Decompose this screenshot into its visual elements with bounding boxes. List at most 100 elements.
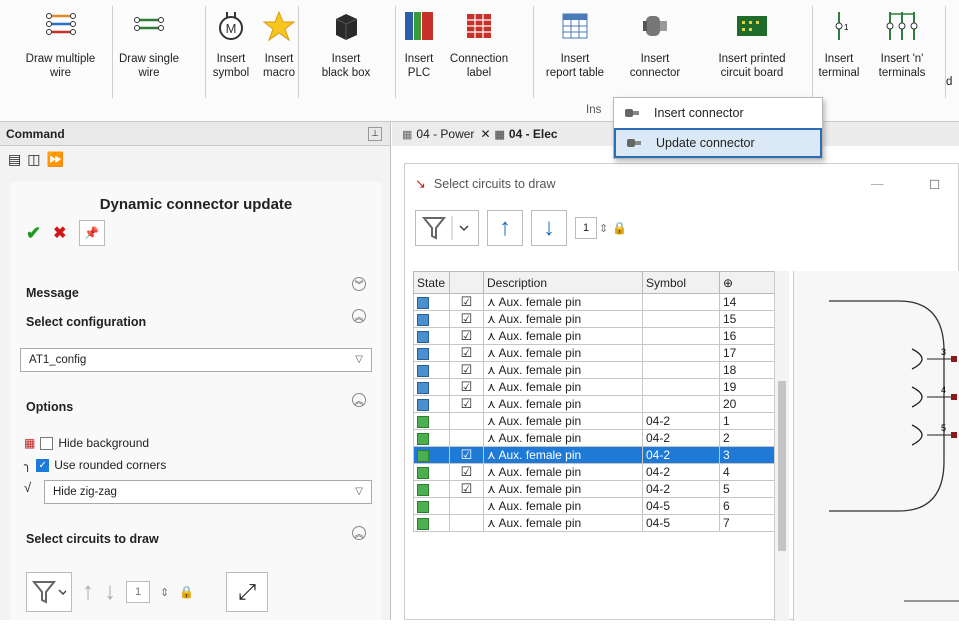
draw-checkbox[interactable]: ☑ [449, 293, 484, 311]
filter-icon [32, 581, 66, 604]
cancel-icon[interactable]: ✖ [53, 223, 66, 243]
window-titlebar: ↘ Select circuits to draw — ☐ [405, 164, 958, 204]
menu-item-label: Insert connector [654, 106, 744, 120]
motor-symbol-icon: M [216, 0, 246, 52]
select-circuits-label: Select circuits to draw [26, 532, 159, 546]
draw-checkbox[interactable]: ☑ [449, 310, 484, 328]
filter-button[interactable] [26, 572, 72, 612]
hide-background-checkbox[interactable] [40, 436, 54, 450]
draw-checkbox[interactable] [449, 412, 484, 430]
move-down-icon[interactable]: ↓ [104, 578, 116, 606]
menu-item-insert-connector[interactable]: Insert connector [614, 98, 822, 128]
grid-scrollbar[interactable] [774, 271, 789, 621]
draw-checkbox[interactable]: ☑ [449, 446, 484, 464]
draw-checkbox[interactable]: ☑ [449, 378, 484, 396]
draw-checkbox[interactable]: ☑ [449, 361, 484, 379]
step-value[interactable]: 1 [126, 581, 150, 603]
lock-icon[interactable]: 🔒 [612, 221, 627, 235]
expand-button[interactable]: ⤢ [226, 572, 269, 612]
table-row[interactable]: ☑ ⋏ Aux. female pin 17 [413, 344, 775, 362]
draw-checkbox[interactable] [449, 514, 484, 532]
column-header-state[interactable]: State [413, 271, 450, 294]
save-icon[interactable]: ▤ [8, 151, 21, 168]
draw-checkbox[interactable] [449, 429, 484, 447]
ribbon-button-terminal[interactable]: 1 Insert terminal [814, 0, 864, 100]
hide-background-option[interactable]: ▦ Hide background [24, 436, 149, 450]
ribbon-button-label: Insert black box [321, 53, 371, 79]
move-up-icon[interactable]: ↑ [82, 578, 94, 606]
table-row[interactable]: ☑ ⋏ Aux. female pin 04-2 3 [413, 446, 775, 464]
draw-checkbox[interactable]: ☑ [449, 480, 484, 498]
tab-04-power[interactable]: ▦ 04 - Power ✕ [402, 127, 491, 141]
step-value[interactable]: 1 [575, 217, 597, 239]
ribbon-button-multi-wire[interactable]: Draw multiple wire [8, 0, 113, 100]
female-pin-icon: ⋏ [487, 295, 499, 309]
ribbon-button-single-wire[interactable]: Draw single wire [117, 0, 181, 100]
move-up-button[interactable]: ↑ [487, 210, 523, 246]
rounded-corners-option[interactable]: ╮ ✓ Use rounded corners [24, 458, 166, 472]
minimize-icon[interactable]: — [871, 177, 884, 191]
ribbon-button-n-terminals[interactable]: Insert 'n' terminals [866, 0, 938, 100]
table-row[interactable]: ☑ ⋏ Aux. female pin 18 [413, 361, 775, 379]
table-row[interactable]: ⋏ Aux. female pin 04-2 1 [413, 412, 775, 430]
table-row[interactable]: ☑ ⋏ Aux. female pin 16 [413, 327, 775, 345]
ribbon-button-black-box[interactable]: Insert black box [303, 0, 389, 100]
collapse-circuits-icon[interactable]: ︽ [352, 526, 366, 540]
draw-checkbox[interactable]: ☑ [449, 395, 484, 413]
window-icon[interactable]: ◫ [27, 151, 40, 168]
filter-button[interactable] [415, 210, 479, 246]
description-text: Aux. female pin [498, 431, 582, 445]
table-row[interactable]: ⋏ Aux. female pin 04-5 6 [413, 497, 775, 515]
confirm-icon[interactable]: ✔ [26, 223, 41, 244]
configuration-select[interactable]: AT1_config ▽ [20, 348, 372, 372]
ribbon-button-star[interactable]: Insert macro [257, 0, 301, 100]
column-header-check[interactable] [449, 271, 484, 294]
pin-button[interactable]: 📌 [78, 220, 105, 246]
connector-icon [640, 0, 670, 52]
spin-icon[interactable]: ⇕ [599, 222, 608, 235]
zigzag-select[interactable]: Hide zig-zag ▽ [44, 480, 372, 504]
run-icon[interactable]: ⏩ [46, 151, 63, 168]
pin-icon[interactable]: ⊥ [368, 126, 382, 141]
ribbon-button-pcb[interactable]: Insert printed circuit board [700, 0, 804, 100]
collapse-configuration-icon[interactable]: ︽ [352, 309, 366, 323]
select-configuration-label: Select configuration [26, 315, 147, 329]
ribbon-button-plc[interactable]: Insert PLC [396, 0, 442, 100]
ribbon-button-report-table[interactable]: Insert report table [532, 0, 618, 100]
state-indicator-icon [417, 517, 429, 530]
table-row[interactable]: ⋏ Aux. female pin 04-5 7 [413, 514, 775, 532]
table-row[interactable]: ☑ ⋏ Aux. female pin 04-2 4 [413, 463, 775, 481]
table-row[interactable]: ☑ ⋏ Aux. female pin 19 [413, 378, 775, 396]
table-row[interactable]: ☑ ⋏ Aux. female pin 20 [413, 395, 775, 413]
lock-icon[interactable]: 🔒 [179, 585, 194, 599]
move-down-button[interactable]: ↓ [531, 210, 567, 246]
draw-checkbox[interactable]: ☑ [449, 344, 484, 362]
draw-checkbox[interactable]: ☑ [449, 463, 484, 481]
close-icon[interactable]: ✕ [480, 127, 490, 141]
state-cell [413, 378, 450, 396]
number-cell: 16 [719, 327, 775, 345]
column-header-description[interactable]: Description [483, 271, 643, 294]
expand-message-icon[interactable]: ︾ [352, 277, 366, 291]
draw-checkbox[interactable] [449, 497, 484, 515]
column-header-symbol[interactable]: Symbol [642, 271, 720, 294]
table-row[interactable]: ☑ ⋏ Aux. female pin 04-2 5 [413, 480, 775, 498]
ribbon-button-motor-symbol[interactable]: M Insert symbol [207, 0, 255, 100]
table-row[interactable]: ⋏ Aux. female pin 04-2 2 [413, 429, 775, 447]
scroll-thumb[interactable] [778, 381, 786, 551]
spin-icon[interactable]: ⇕ [160, 586, 169, 599]
number-cell: 4 [719, 463, 775, 481]
tab-04-elec[interactable]: ▦ 04 - Elec [495, 127, 558, 141]
column-header-add[interactable]: ⊕ [719, 271, 775, 294]
ribbon-button-connection-label[interactable]: Connection label [443, 0, 515, 100]
description-cell: ⋏ Aux. female pin [483, 344, 643, 362]
menu-item-update-connector[interactable]: Update connector [614, 128, 822, 158]
table-row[interactable]: ☑ ⋏ Aux. female pin 14 [413, 293, 775, 311]
table-row[interactable]: ☑ ⋏ Aux. female pin 15 [413, 310, 775, 328]
symbol-cell: 04-2 [642, 446, 720, 464]
maximize-icon[interactable]: ☐ [929, 177, 940, 192]
draw-checkbox[interactable]: ☑ [449, 327, 484, 345]
rounded-corners-checkbox[interactable]: ✓ [36, 458, 50, 472]
collapse-options-icon[interactable]: ︽ [352, 393, 366, 407]
ribbon-button-connector[interactable]: Insert connector [617, 0, 693, 100]
